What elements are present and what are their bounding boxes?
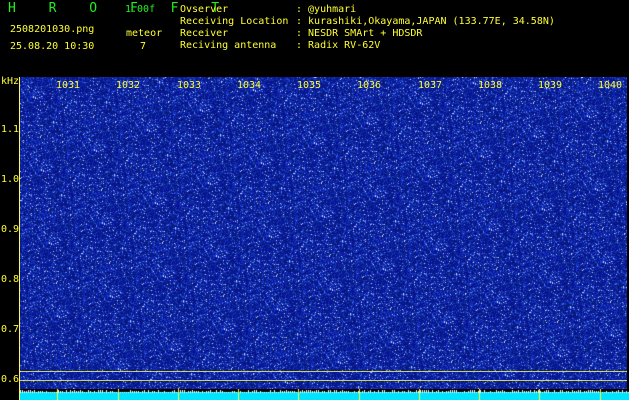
freq-tick-label: 1040	[598, 80, 623, 91]
filename-label: 2508201030.png	[10, 24, 95, 35]
y-tick-label: 1.0	[1, 174, 20, 185]
version-label: 1.00f	[125, 4, 156, 15]
signal-level-strip	[20, 389, 629, 400]
y-axis-unit: kHz	[1, 76, 20, 87]
location-label: Receiving Location	[180, 16, 289, 27]
freq-tick-label: 1035	[297, 80, 322, 91]
y-tick-label: 1.1	[1, 124, 20, 135]
spectrogram-waterfall	[20, 77, 627, 389]
antenna-value: : Radix RV-62V	[296, 40, 381, 51]
datetime-label: 25.08.20 10:30	[10, 41, 95, 52]
y-tick-label: 0.7	[1, 324, 20, 335]
y-tick-label: 0.9	[1, 224, 20, 235]
freq-tick-label: 1036	[357, 80, 382, 91]
header-panel: H R O F F T 1.00f 2508201030.png 25.08.2…	[0, 0, 629, 76]
marker-line-lower	[20, 380, 627, 381]
freq-tick-label: 1039	[538, 80, 563, 91]
meteor-count: 7	[140, 41, 147, 52]
freq-tick-label: 1034	[237, 80, 262, 91]
y-axis-line	[19, 77, 20, 400]
freq-tick-label: 1032	[116, 80, 141, 91]
location-value: : kurashiki,Okayama,JAPAN (133.77E, 34.5…	[296, 16, 555, 27]
antenna-label: Reciving antenna	[180, 40, 277, 51]
observer-label: Ovserver	[180, 4, 229, 15]
observer-value: : @yuhmari	[296, 4, 357, 15]
meteor-label: meteor	[126, 28, 163, 39]
freq-tick-label: 1033	[177, 80, 202, 91]
receiver-label: Receiver	[180, 28, 229, 39]
receiver-value: : NESDR SMArt + HDSDR	[296, 28, 423, 39]
y-tick-label: 0.8	[1, 274, 20, 285]
freq-tick-label: 1031	[56, 80, 81, 91]
freq-tick-label: 1038	[478, 80, 503, 91]
y-tick-label: 0.6	[1, 374, 20, 385]
marker-line-upper	[20, 371, 627, 372]
freq-tick-label: 1037	[418, 80, 443, 91]
